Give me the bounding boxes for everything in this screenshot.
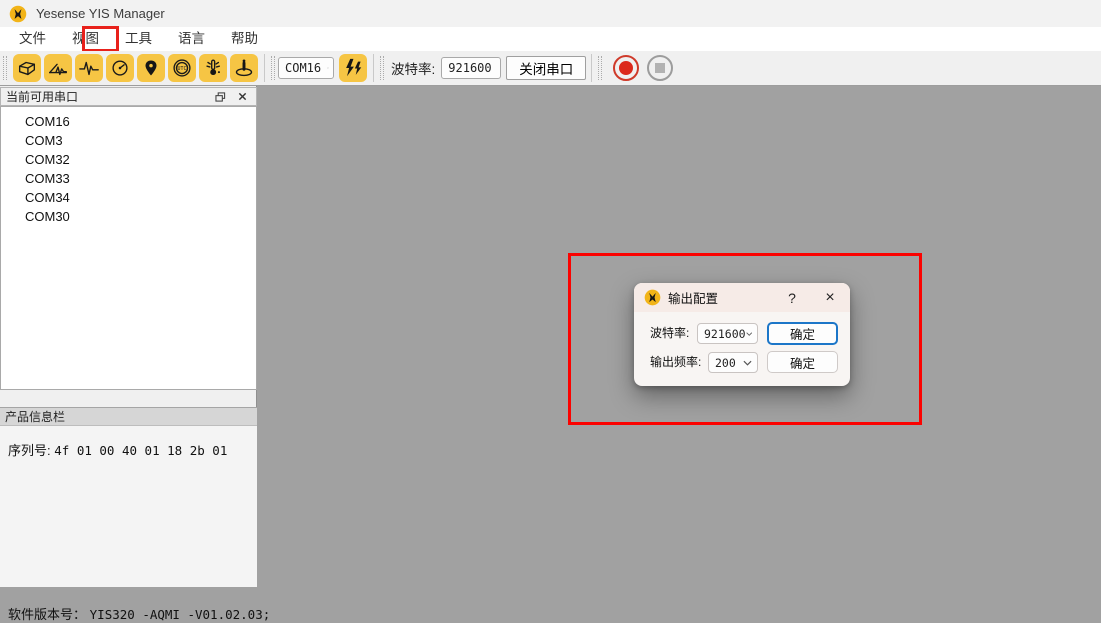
close-x-icon	[238, 92, 247, 101]
dock-header[interactable]: 当前可用串口	[0, 87, 257, 106]
port-list-item[interactable]: COM3	[1, 131, 256, 150]
record-button[interactable]	[613, 55, 639, 81]
port-list-item[interactable]: COM34	[1, 188, 256, 207]
dialog-title: 输出配置	[668, 288, 780, 307]
titlebar: Yesense YIS Manager	[0, 0, 1101, 27]
product-info-header: 产品信息栏	[0, 407, 257, 426]
toolbar-separator	[591, 54, 592, 82]
double-lightning-icon	[342, 57, 364, 79]
window-title: Yesense YIS Manager	[36, 6, 165, 21]
cube-3d-icon	[16, 58, 38, 78]
baud-select[interactable]: 921600	[441, 57, 501, 79]
dock-close-button[interactable]	[234, 89, 250, 104]
dialog-rate-select[interactable]: 200	[708, 352, 758, 373]
toolbar-button-location[interactable]	[137, 54, 165, 82]
port-list-item[interactable]: COM30	[1, 207, 256, 226]
chevron-down-icon	[743, 360, 752, 366]
attitude-angle-wave-icon	[47, 58, 69, 78]
product-info-body: 序列号: 4f 01 00 40 01 18 2b 01 软件版本号： YIS3…	[0, 426, 257, 587]
toolbar-button-gauge[interactable]	[106, 54, 134, 82]
app-window: { "window": { "title": "Yesense YIS Mana…	[0, 0, 1101, 587]
toolbar-button-3d-view[interactable]	[13, 54, 41, 82]
toolbar-drag-handle[interactable]	[271, 56, 275, 80]
port-select-value: COM16	[285, 61, 321, 75]
dialog-baud-label: 波特率:	[650, 323, 689, 344]
baud-select-value: 921600	[448, 61, 491, 75]
stop-icon	[655, 63, 665, 73]
menu-help[interactable]: 帮助	[224, 27, 265, 51]
serial-number-line: 序列号: 4f 01 00 40 01 18 2b 01	[8, 440, 227, 459]
dialog-baud-select[interactable]: 921600	[697, 323, 758, 344]
menu-language[interactable]: 语言	[171, 27, 212, 51]
restore-window-icon	[215, 92, 226, 102]
port-select[interactable]: COM16	[278, 57, 334, 79]
dialog-rate-value: 200	[715, 356, 736, 370]
toolbar-drag-handle[interactable]	[3, 56, 7, 80]
serial-port-dock: 当前可用串口 COM16 COM3 COM32 COM33 COM34 COM3…	[0, 86, 257, 587]
software-version-value: YIS320 -AQMI -V01.02.03;	[90, 607, 271, 622]
dialog-rate-label: 输出频率:	[650, 352, 701, 373]
port-list-item[interactable]: COM16	[1, 112, 256, 131]
toolbar-separator	[373, 54, 374, 82]
serial-number-value: 4f 01 00 40 01 18 2b 01	[54, 443, 227, 458]
chevron-down-icon	[746, 331, 752, 337]
toolbar-separator	[264, 54, 265, 82]
dialog-baud-value: 921600	[704, 327, 746, 341]
port-list: COM16 COM3 COM32 COM33 COM34 COM30	[0, 106, 257, 390]
menu-file[interactable]: 文件	[12, 27, 53, 51]
dialog-close-button[interactable]: ×	[818, 287, 842, 309]
dialog-help-button[interactable]: ?	[780, 287, 804, 309]
dock-float-button[interactable]	[212, 89, 228, 104]
software-version-line: 软件版本号： YIS320 -AQMI -V01.02.03;	[8, 604, 270, 623]
record-icon	[619, 61, 633, 75]
output-config-dialog: 输出配置 ? × 波特率: 921600 确定 输出频率: 200 确定	[634, 283, 850, 386]
gauge-icon	[109, 58, 131, 78]
toolbar-button-attitude[interactable]	[44, 54, 72, 82]
toolbar-drag-handle[interactable]	[598, 56, 602, 80]
utc-clock-icon: UTC	[171, 57, 193, 79]
dialog-titlebar[interactable]: 输出配置 ? ×	[634, 283, 850, 312]
beacon-icon	[233, 57, 255, 79]
menu-tools[interactable]: 工具	[118, 27, 159, 51]
toolbar-button-vibration[interactable]	[199, 54, 227, 82]
waveform-icon	[78, 58, 100, 78]
dialog-baud-ok-button[interactable]: 确定	[767, 322, 838, 345]
serial-number-label: 序列号:	[8, 443, 51, 458]
dock-title: 当前可用串口	[6, 88, 212, 105]
port-list-item[interactable]: COM32	[1, 150, 256, 169]
port-list-item[interactable]: COM33	[1, 169, 256, 188]
refresh-ports-button[interactable]	[339, 54, 367, 82]
toolbar-drag-handle[interactable]	[380, 56, 384, 80]
baud-rate-label: 波特率:	[391, 58, 435, 78]
toolbar: UTC COM16 波特率: 921600	[0, 51, 1101, 86]
chevron-down-icon	[327, 65, 329, 71]
menu-view[interactable]: 视图	[65, 27, 106, 51]
app-logo-icon	[9, 5, 27, 23]
toolbar-button-beacon[interactable]	[230, 54, 258, 82]
close-serial-port-button[interactable]: 关闭串口	[506, 56, 586, 80]
svg-text:UTC: UTC	[178, 66, 187, 72]
stop-button[interactable]	[647, 55, 673, 81]
product-info-title: 产品信息栏	[5, 408, 65, 425]
dialog-rate-ok-button[interactable]: 确定	[767, 351, 838, 373]
location-pin-icon	[141, 58, 161, 78]
toolbar-button-utc-clock[interactable]: UTC	[168, 54, 196, 82]
toolbar-button-waveform[interactable]	[75, 54, 103, 82]
vibration-sensor-icon	[202, 57, 224, 79]
menubar: 文件 视图 工具 语言 帮助	[0, 27, 1101, 51]
software-version-label: 软件版本号：	[8, 607, 86, 622]
dialog-app-logo-icon	[644, 289, 661, 306]
